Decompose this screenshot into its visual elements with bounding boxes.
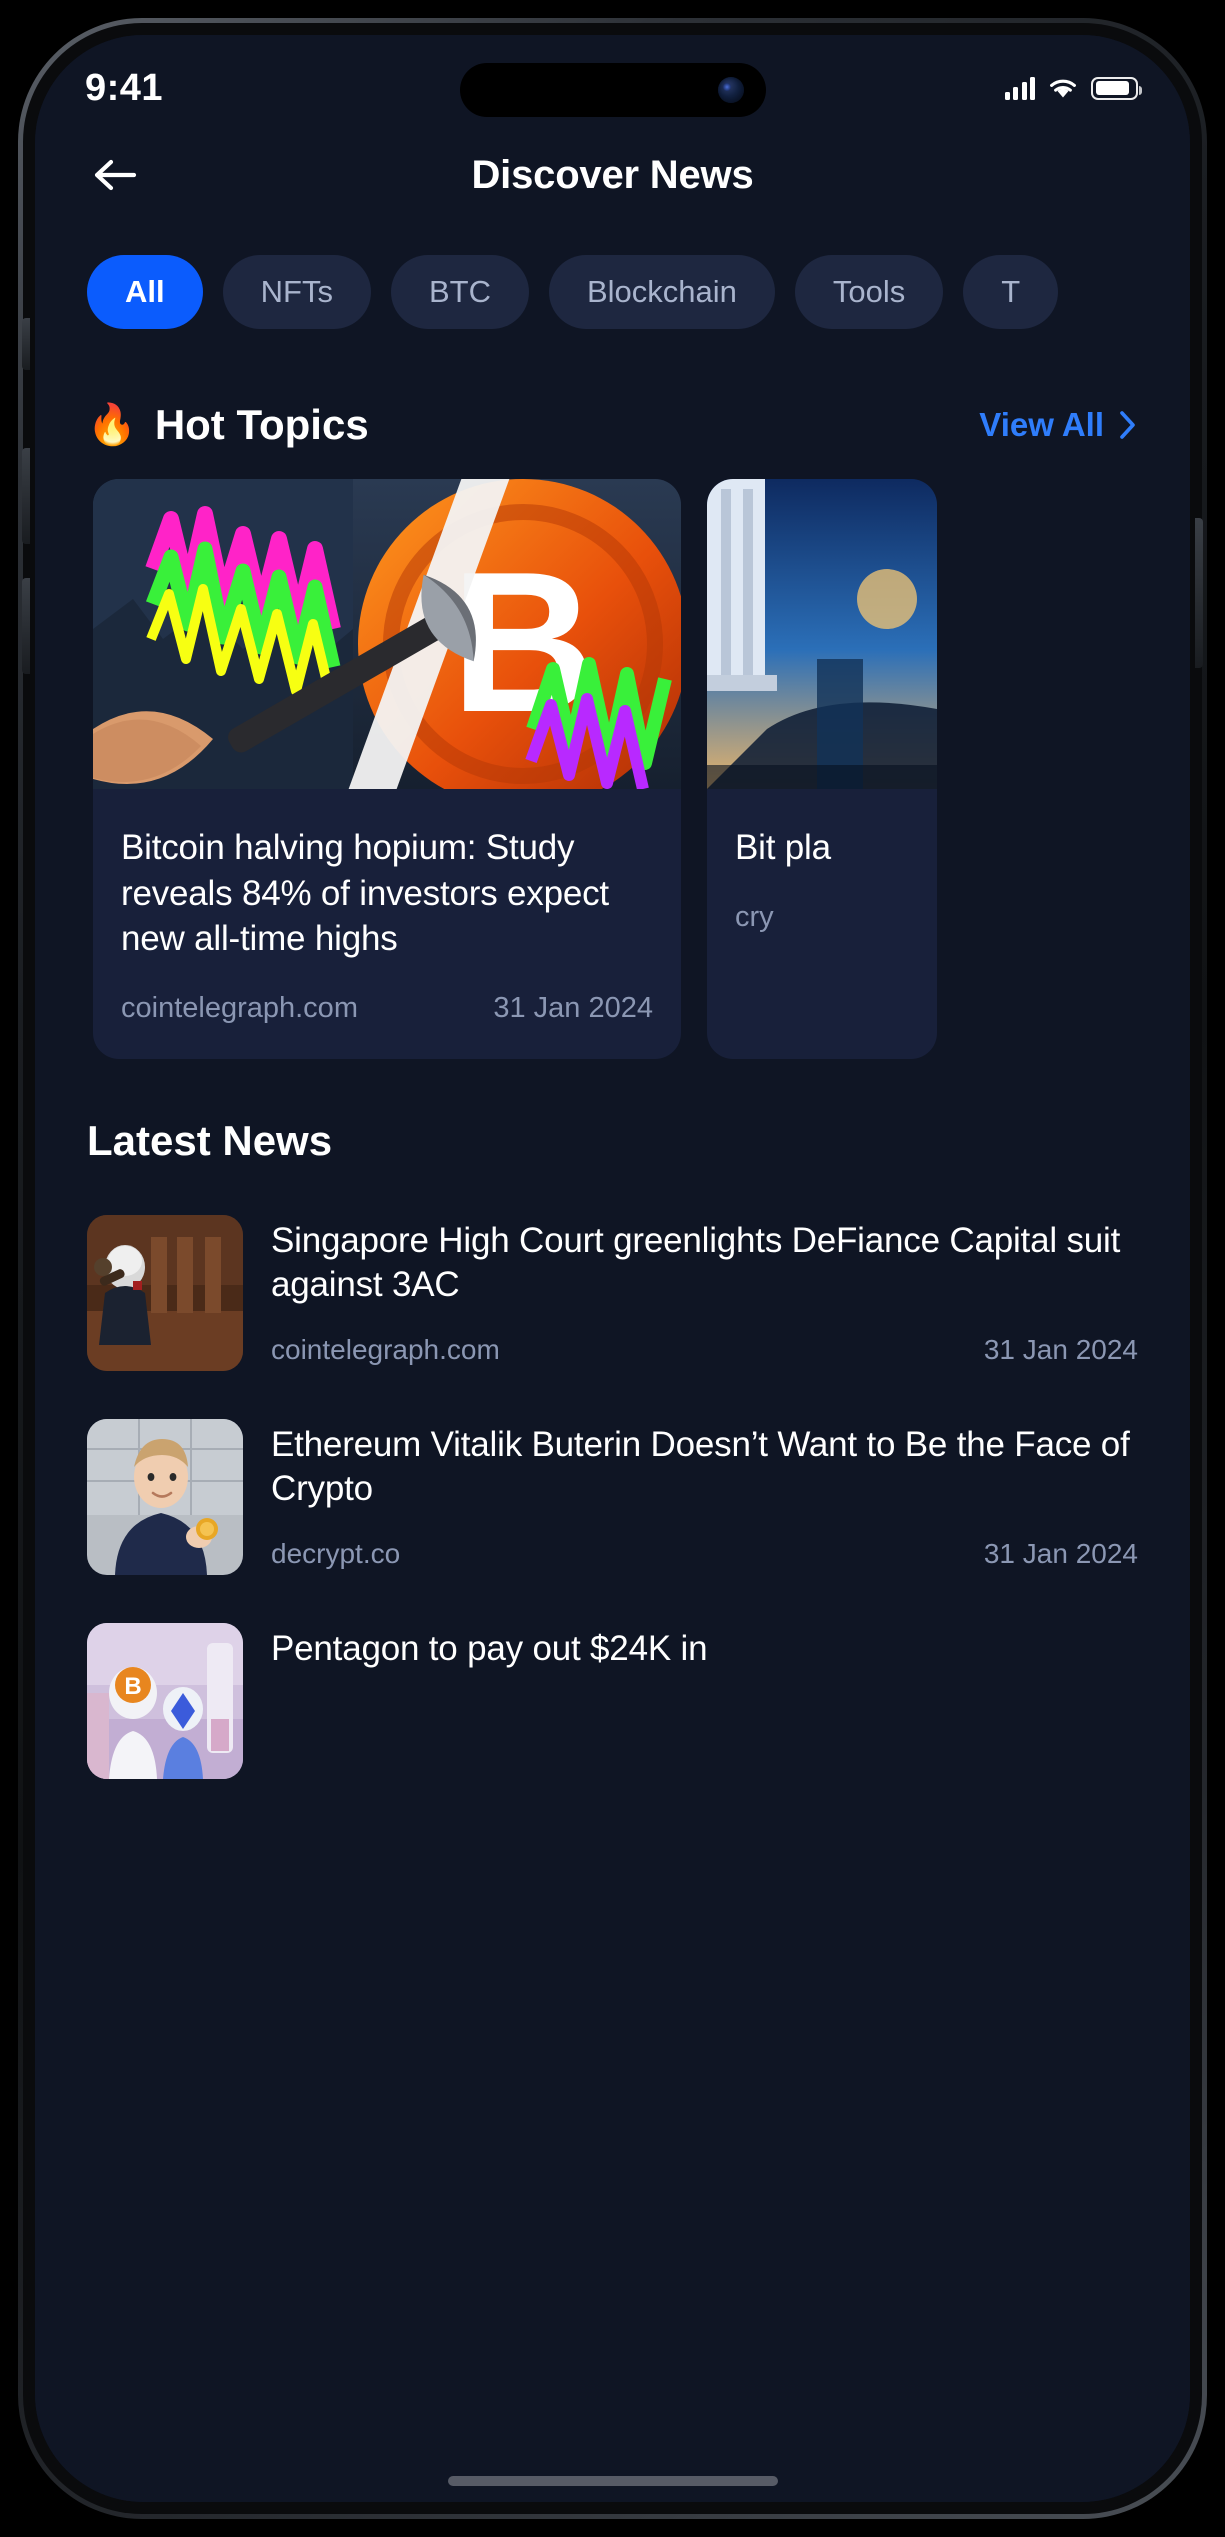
hot-topic-card[interactable]: B Bitcoin halving hopium: Study reveals … (93, 479, 681, 1059)
news-item-image: B (87, 1622, 243, 1779)
nav-header: Discover News (35, 127, 1190, 223)
news-item-title: Pentagon to pay out $24K in (271, 1628, 708, 1668)
news-item-image (87, 1214, 243, 1371)
back-button[interactable] (87, 147, 143, 203)
filter-chip-blockchain[interactable]: Blockchain (548, 255, 775, 329)
news-list-item[interactable]: Singapore High Court greenlights DeFianc… (87, 1191, 1138, 1395)
view-all-label: View All (979, 406, 1104, 443)
fire-icon: 🔥 (87, 403, 137, 447)
silent-switch[interactable] (22, 318, 30, 370)
hot-topic-date: 31 Jan 2024 (493, 991, 653, 1024)
filter-chip-tools[interactable]: Tools (794, 255, 944, 329)
view-all-button[interactable]: View All (979, 406, 1138, 444)
filter-chip-btc[interactable]: BTC (390, 255, 529, 329)
news-item-source: cointelegraph.com (271, 1334, 500, 1366)
news-item-source: decrypt.co (271, 1538, 401, 1570)
app-screen: 9:41 Discover News All NFTs BTC Blockcha… (35, 35, 1190, 2502)
front-camera-icon (717, 77, 744, 103)
news-item-title: Ethereum Vitalik Buterin Doesn’t Want to… (271, 1424, 1130, 1509)
phone-frame: 9:41 Discover News All NFTs BTC Blockcha… (18, 18, 1207, 2519)
news-item-meta: decrypt.co 31 Jan 2024 (271, 1538, 1138, 1570)
news-item-date: 31 Jan 2024 (983, 1334, 1138, 1366)
hot-topics-title: 🔥 Hot Topics (87, 401, 369, 449)
volume-down-button[interactable] (22, 578, 30, 674)
chevron-right-icon (1120, 411, 1135, 439)
back-arrow-icon (94, 159, 137, 191)
volume-up-button[interactable] (22, 448, 30, 544)
news-list-item[interactable]: B Pentagon to pay out $24K in (87, 1599, 1138, 1803)
news-item-date: 31 Jan 2024 (983, 1538, 1138, 1570)
hot-topic-card[interactable]: Bit pla cry (707, 479, 937, 1059)
hot-topic-source: cointelegraph.com (121, 991, 358, 1024)
page-title: Discover News (471, 152, 754, 197)
news-list-item[interactable]: Ethereum Vitalik Buterin Doesn’t Want to… (87, 1395, 1138, 1599)
news-item-image (87, 1418, 243, 1575)
news-item-title: Singapore High Court greenlights DeFianc… (271, 1220, 1121, 1305)
news-item-content: Singapore High Court greenlights DeFianc… (271, 1215, 1138, 1367)
power-button[interactable] (1195, 518, 1203, 668)
news-item-meta: cointelegraph.com 31 Jan 2024 (271, 1334, 1138, 1366)
news-item-content: Ethereum Vitalik Buterin Doesn’t Want to… (271, 1419, 1138, 1571)
hot-topic-image: B (93, 479, 681, 789)
hot-topics-carousel[interactable]: B Bitcoin halving hopium: Study reveals … (35, 479, 1190, 1059)
filter-chip-all[interactable]: All (87, 255, 203, 329)
filter-chip-nfts[interactable]: NFTs (222, 255, 371, 329)
hot-topics-header: 🔥 Hot Topics View All (35, 359, 1190, 479)
latest-news-list: Singapore High Court greenlights DeFianc… (35, 1191, 1190, 1803)
hot-topic-image (707, 479, 937, 789)
hot-topic-body: Bit pla cry (707, 789, 937, 968)
hot-topic-source: cry (735, 900, 774, 933)
hot-topic-title: Bit pla (735, 828, 831, 867)
hot-topic-body: Bitcoin halving hopium: Study reveals 84… (93, 789, 681, 1059)
wifi-icon (1050, 79, 1076, 97)
cellular-signal-icon (1004, 76, 1035, 100)
svg-text:B: B (124, 1673, 141, 1700)
hot-topic-title: Bitcoin halving hopium: Study reveals 84… (121, 828, 609, 958)
hot-topics-label: Hot Topics (154, 401, 369, 448)
filter-chips[interactable]: All NFTs BTC Blockchain Tools T (35, 223, 1190, 359)
latest-news-title: Latest News (87, 1116, 333, 1164)
status-time: 9:41 (85, 66, 164, 109)
news-item-content: Pentagon to pay out $24K in (271, 1623, 1138, 1698)
home-indicator[interactable] (447, 2476, 778, 2486)
dynamic-island (459, 63, 766, 117)
filter-chip-next[interactable]: T (963, 255, 1059, 329)
status-icons (1004, 62, 1142, 100)
phone-screen: 9:41 Discover News All NFTs BTC Blockcha… (35, 35, 1190, 2502)
hot-topic-meta: cointelegraph.com 31 Jan 2024 (121, 992, 653, 1025)
hot-topic-meta: cry (735, 901, 909, 934)
battery-icon (1091, 76, 1142, 100)
